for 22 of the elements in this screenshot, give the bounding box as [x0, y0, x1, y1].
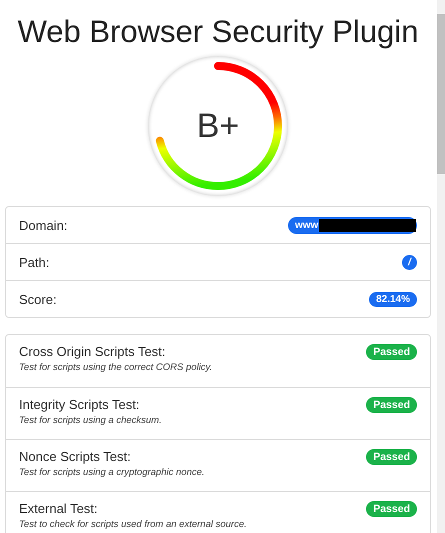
scrollbar-thumb[interactable]: [437, 14, 445, 174]
info-label: Domain:: [19, 218, 68, 232]
status-badge: Passed: [366, 344, 417, 360]
status-badge: Passed: [366, 501, 417, 517]
test-description: Test for scripts using a cryptographic nonce.: [19, 467, 205, 478]
test-name: Integrity Scripts Test:: [19, 397, 140, 412]
status-badge: Passed: [366, 449, 417, 465]
test-description: Test to check for scripts used from an external source.: [19, 519, 247, 530]
score-badge: 82.14%: [369, 292, 417, 306]
status-badge: Passed: [366, 397, 417, 413]
test-description: Test for scripts using the correct CORS policy.: [19, 362, 212, 373]
scrollbar[interactable]: [437, 0, 445, 533]
path-badge: /: [402, 254, 417, 270]
test-name: External Test:: [19, 501, 99, 516]
info-label: Score:: [19, 292, 57, 306]
test-name: Cross Origin Scripts Test:: [19, 344, 166, 359]
domain-badge: www: [288, 216, 417, 234]
info-label: Path:: [19, 254, 50, 270]
grade-text: B+: [196, 106, 240, 146]
test-name: Nonce Scripts Test:: [19, 449, 132, 464]
test-description: Test for scripts using a checksum.: [19, 415, 162, 426]
page-title: Web Browser Security Plugin: [16, 14, 420, 50]
